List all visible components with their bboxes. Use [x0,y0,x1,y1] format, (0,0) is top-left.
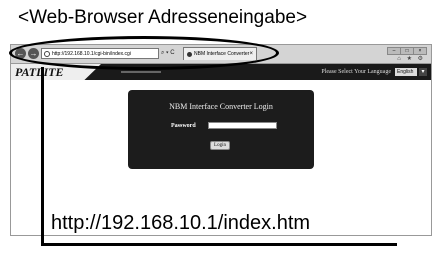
chevron-down-icon[interactable]: ▾ [419,68,427,76]
header-divider [121,71,161,73]
language-select[interactable]: English [395,68,417,76]
browser-tools-icon[interactable]: ⌂ ★ ⚙ [397,55,425,62]
password-label: Password [171,123,196,129]
callout-line-vertical [41,67,44,246]
login-title: NBM Interface Converter Login [169,102,273,111]
language-prompt: Please Select Your Language [321,69,391,75]
page-heading: <Web-Browser Adresseneingabe> [18,7,308,28]
minimize-icon[interactable]: – [387,47,401,55]
url-caption: http://192.168.10.1/index.htm [49,212,313,235]
callout-line-horizontal [41,243,397,246]
login-button[interactable]: Login [210,141,230,150]
address-highlight-ellipse [9,36,279,70]
login-panel: NBM Interface Converter Login Password L… [128,90,314,169]
maximize-icon[interactable]: □ [400,47,414,55]
password-field[interactable] [208,122,277,129]
close-window-icon[interactable]: × [413,47,427,55]
